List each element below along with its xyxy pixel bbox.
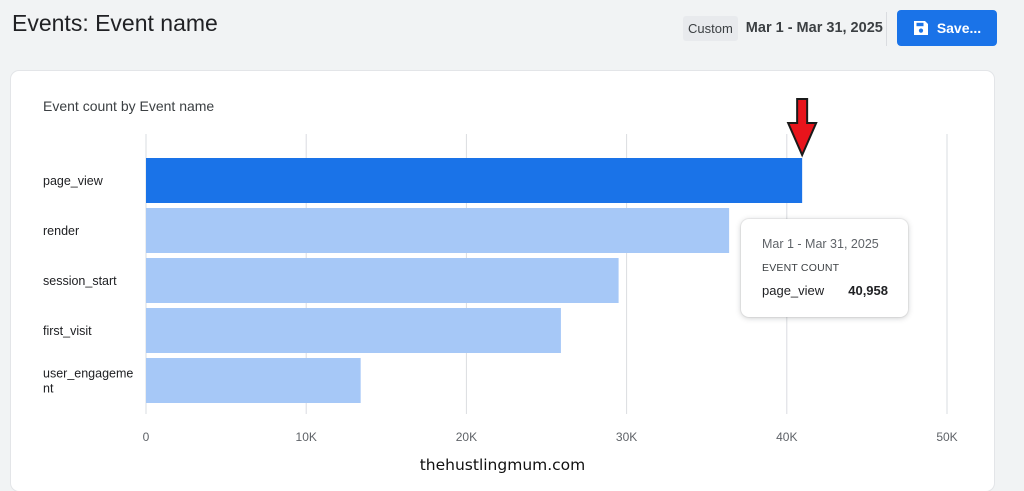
chart-card: Event count by Event name page_view rende… xyxy=(11,71,994,491)
category-label: render xyxy=(43,224,79,238)
bar-first_visit[interactable] xyxy=(146,308,561,353)
watermark: thehustlingmum.com xyxy=(419,456,586,474)
red-down-arrow-icon xyxy=(786,98,818,158)
x-tick-label: 20K xyxy=(456,430,477,444)
x-tick-label: 50K xyxy=(936,430,957,444)
chart-tooltip: Mar 1 - Mar 31, 2025 EVENT COUNT page_vi… xyxy=(741,219,908,317)
x-tick-label: 0 xyxy=(143,430,150,444)
category-label: nt xyxy=(43,382,54,396)
save-button[interactable]: Save... xyxy=(897,10,997,46)
floppy-disk-icon xyxy=(913,21,928,35)
tooltip-event-name: page_view xyxy=(762,283,825,298)
x-tick-label: 30K xyxy=(616,430,637,444)
date-chip-custom[interactable]: Custom xyxy=(683,15,738,41)
x-tick-label: 40K xyxy=(776,430,797,444)
tooltip-date: Mar 1 - Mar 31, 2025 xyxy=(762,237,879,251)
category-label: page_view xyxy=(43,174,104,188)
tooltip-metric: EVENT COUNT xyxy=(762,262,840,274)
page-title: Events: Event name xyxy=(12,10,218,36)
x-tick-label: 10K xyxy=(296,430,317,444)
bar-page_view[interactable] xyxy=(146,158,803,203)
category-label: user_engageme xyxy=(43,367,133,381)
bar-session_start[interactable] xyxy=(146,258,619,303)
date-range-selector[interactable]: Custom Mar 1 - Mar 31, 2025 xyxy=(683,14,883,42)
category-label: session_start xyxy=(43,274,117,288)
bar-user_engagement[interactable] xyxy=(146,358,361,403)
date-range-text[interactable]: Mar 1 - Mar 31, 2025 xyxy=(746,20,883,36)
header-divider xyxy=(886,12,887,46)
save-button-label: Save... xyxy=(936,20,982,36)
tooltip-event-value: 40,958 xyxy=(848,283,888,298)
category-label: first_visit xyxy=(43,324,92,338)
bar-render[interactable] xyxy=(146,208,730,253)
